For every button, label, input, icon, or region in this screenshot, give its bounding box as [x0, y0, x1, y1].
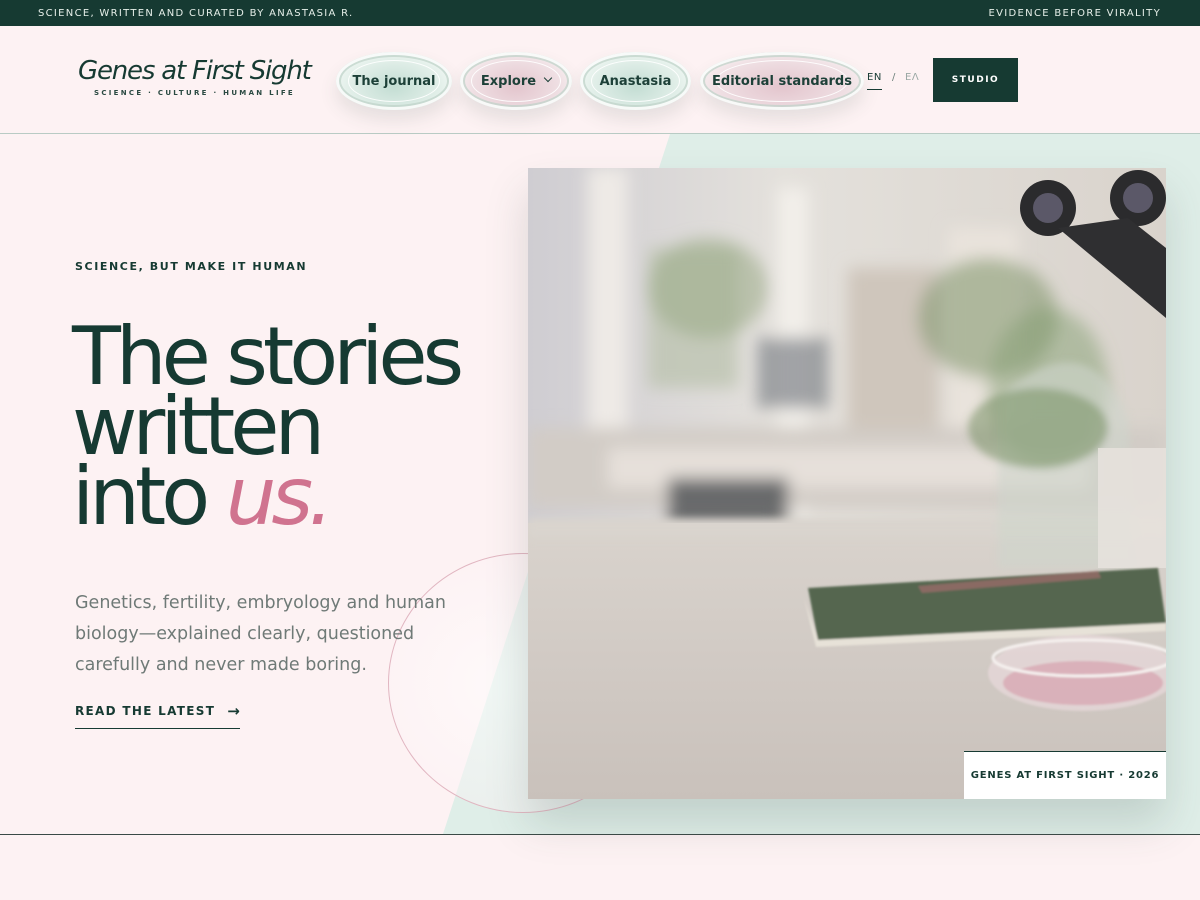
language-el[interactable]: ΕΛ [905, 72, 919, 83]
site-header: Genes at First Sight SCIENCE · CULTURE ·… [0, 26, 1200, 134]
hero-eyebrow: SCIENCE, BUT MAKE IT HUMAN [75, 260, 308, 273]
headline-line-3: into us. [72, 457, 459, 537]
nav-item-anastasia[interactable]: Anastasia [580, 52, 691, 110]
hero-lede: Genetics, fertility, embryology and huma… [75, 593, 446, 675]
language-separator: / [892, 72, 896, 83]
hero-headline: The stories written into us. [72, 317, 464, 537]
studio-button[interactable]: STUDIO [933, 58, 1018, 102]
arrow-right-icon: → [227, 702, 240, 720]
photo-caption: GENES AT FIRST SIGHT · 2026 [964, 751, 1166, 799]
nav-item-label: The journal [352, 73, 436, 89]
top-bar-byline: SCIENCE, WRITTEN AND CURATED BY ANASTASI… [38, 7, 354, 19]
hero-photo [528, 168, 1166, 799]
lab-desk-illustration [528, 168, 1166, 799]
nav-item-label: Anastasia [599, 73, 672, 89]
language-en[interactable]: EN [867, 72, 882, 90]
top-bar-motto: EVIDENCE BEFORE VIRALITY [988, 7, 1161, 19]
headline-accent-word: us. [225, 450, 334, 543]
nav-item-label: Explore [480, 73, 537, 89]
logo-tagline: SCIENCE · CULTURE · HUMAN LIFE [94, 89, 296, 97]
nav-item-explore[interactable]: Explore [460, 52, 572, 110]
top-bar: SCIENCE, WRITTEN AND CURATED BY ANASTASI… [0, 0, 1200, 26]
nav-item-editorial-standards[interactable]: Editorial standards [700, 52, 864, 110]
read-latest-link[interactable]: READ THE LATEST → [75, 702, 240, 729]
site-logo[interactable]: Genes at First Sight SCIENCE · CULTURE ·… [78, 56, 312, 97]
logo-title: Genes at First Sight [78, 56, 312, 86]
headline-plain-word: into [72, 450, 210, 543]
read-latest-label: READ THE LATEST [75, 704, 216, 718]
nav-item-label: Editorial standards [712, 73, 852, 89]
section-divider [0, 834, 1200, 835]
nav-item-the-journal[interactable]: The journal [336, 52, 452, 110]
